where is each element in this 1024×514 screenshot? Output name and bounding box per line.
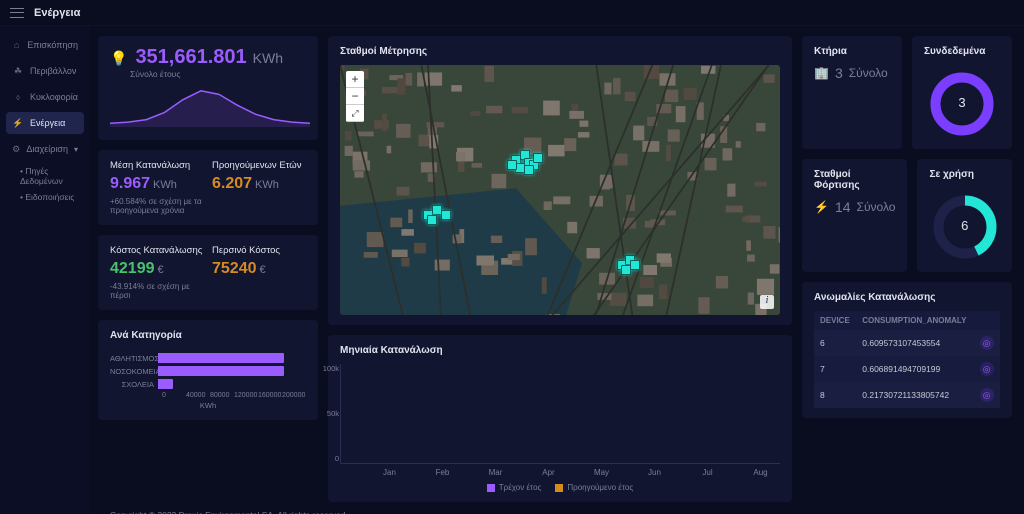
panel-title: Ανωμαλίες Κατανάλωσης — [814, 292, 1000, 303]
category-bar: ΣΧΟΛΕΙΑ — [110, 379, 306, 389]
zoom-reset-button[interactable]: ⤢ — [346, 105, 364, 122]
map[interactable]: + − ⤢ i — [340, 65, 780, 315]
map-info-button[interactable]: i — [760, 295, 774, 309]
buildings-panel: Κτήρια 🏢 3 Σύνολο — [802, 36, 902, 149]
zoom-in-button[interactable]: + — [346, 71, 364, 88]
sidebar-item-1[interactable]: ☘ Περιβάλλον — [6, 60, 84, 82]
map-zoom-control: + − ⤢ — [346, 71, 364, 122]
leaf-icon: ☘ — [12, 65, 24, 77]
sidebar-item-0[interactable]: ⌂ Επισκόπηση — [6, 34, 84, 56]
col-device: DEVICE — [814, 311, 856, 330]
stat-label: Μέση Κατανάλωση — [110, 160, 204, 171]
anomalies-table: DEVICE CONSUMPTION_ANOMALY 60.6095731074… — [814, 311, 1000, 408]
map-pin[interactable] — [524, 165, 534, 175]
footer: Copyright © 2022 Draxis Environmental SA… — [98, 502, 1012, 514]
stat-value: 75240 — [212, 260, 257, 277]
locate-icon[interactable]: ◎ — [980, 388, 994, 402]
panel-title: Κτήρια — [814, 46, 890, 57]
sidebar: ⌂ Επισκόπηση ☘ Περιβάλλον ⬨ Κυκλοφορία ⚡ Ενέργε… — [0, 26, 90, 514]
panel-title: Μηνιαία Κατανάλωση — [340, 345, 780, 356]
sidebar-item-2[interactable]: ⬨ Κυκλοφορία — [6, 86, 84, 108]
map-pin[interactable] — [507, 160, 517, 170]
sidebar-item-label: Ενέργεια — [30, 118, 65, 128]
topbar: Ενέργεια — [0, 0, 1024, 26]
sidebar-item-label: Διαχείριση — [26, 144, 68, 154]
locate-icon[interactable]: ◎ — [980, 336, 994, 350]
stat-value: 42199 — [110, 260, 155, 277]
stat-delta: -43.914% σε σχέση με πέρσι — [110, 282, 204, 300]
sidebar-item-label: Περιβάλλον — [30, 66, 76, 76]
stat-label: Περσινό Κόστος — [212, 245, 306, 256]
inuse-panel: Σε χρήση 6 — [917, 159, 1012, 272]
stat-label: Κόστος Κατανάλωσης — [110, 245, 204, 256]
locate-icon[interactable]: ◎ — [980, 362, 994, 376]
charging-icon: ⚡ — [814, 200, 829, 214]
page-title: Ενέργεια — [34, 7, 80, 19]
panel-title: Σταθμοί Φόρτισης — [814, 169, 895, 191]
monthly-panel: Μηνιαία Κατανάλωση 100k50k0 JanFebMarApr… — [328, 335, 792, 502]
panel-title: Σταθμοί Μέτρησης — [340, 46, 780, 57]
zoom-out-button[interactable]: − — [346, 88, 364, 105]
stat-value: 9.967 — [110, 175, 150, 192]
avg-consumption-panel: Μέση Κατανάλωση 9.967KWh +60.584% σε σχέ… — [98, 150, 318, 225]
hero-sparkline — [110, 87, 310, 127]
bulb-icon: 💡 — [110, 50, 127, 67]
col-anomaly: CONSUMPTION_ANOMALY — [856, 311, 973, 330]
sidebar-subitem-1[interactable]: Ειδοποιήσεις — [6, 192, 84, 202]
sidebar-item-label: Επισκόπηση — [27, 40, 78, 50]
sidebar-item-4[interactable]: ⚙ Διαχείριση ▾ — [6, 138, 84, 160]
map-panel: Σταθμοί Μέτρησης + − ⤢ i — [328, 36, 792, 325]
map-pin[interactable] — [427, 215, 437, 225]
sidebar-item-3[interactable]: ⚡ Ενέργεια — [6, 112, 84, 134]
category-chart: ΑΘΛΗΤΙΣΜΟΣ ΝΟΣΟΚΟΜΕΙΑ ΣΧΟΛΕΙΑ — [110, 349, 306, 389]
sidebar-subitem-0[interactable]: Πηγές Δεδομένων — [6, 166, 84, 186]
map-pin[interactable] — [441, 210, 451, 220]
monthly-chart: 100k50k0 — [340, 364, 780, 464]
panel-title: Ανά Κατηγορία — [110, 330, 306, 341]
stat-label: Προηγούμενων Ετών — [212, 160, 306, 171]
building-icon: 🏢 — [814, 66, 829, 80]
stat-value: 6.207 — [212, 175, 252, 192]
table-row[interactable]: 60.609573107453554◎ — [814, 330, 1000, 356]
category-panel: Ανά Κατηγορία ΑΘΛΗΤΙΣΜΟΣ ΝΟΣΟΚΟΜΕΙΑ ΣΧΟΛΕΙ… — [98, 320, 318, 420]
map-pin[interactable] — [630, 260, 640, 270]
chart-legend: Τρέχον έτος Προηγούμενο έτος — [340, 483, 780, 492]
map-pin[interactable] — [533, 153, 543, 163]
bolt-icon: ⚡ — [12, 117, 24, 129]
category-bar: ΑΘΛΗΤΙΣΜΟΣ — [110, 353, 306, 363]
content: 💡 351,661.801 KWh Σύνολο έτους Μέση Κατα… — [90, 26, 1024, 514]
chevron-down-icon: ▾ — [74, 145, 78, 154]
hero-unit: KWh — [253, 50, 283, 66]
menu-toggle[interactable] — [10, 8, 24, 18]
car-icon: ⬨ — [12, 91, 24, 103]
panel-title: Σε χρήση — [929, 169, 1000, 180]
cost-panel: Κόστος Κατανάλωσης 42199€ -43.914% σε σχ… — [98, 235, 318, 310]
category-bar: ΝΟΣΟΚΟΜΕΙΑ — [110, 366, 306, 376]
connected-panel: Συνδεδεμένα 3 — [912, 36, 1012, 149]
anomalies-panel: Ανωμαλίες Κατανάλωσης DEVICE CONSUMPTION… — [802, 282, 1012, 418]
charging-panel: Σταθμοί Φόρτισης ⚡ 14 Σύνολο — [802, 159, 907, 272]
table-row[interactable]: 80.21730721133805742◎ — [814, 382, 1000, 408]
sidebar-item-label: Κυκλοφορία — [30, 92, 78, 102]
panel-title: Συνδεδεμένα — [924, 46, 1000, 57]
hero-value: 351,661.801 — [135, 46, 246, 69]
hero-subtitle: Σύνολο έτους — [110, 69, 306, 79]
stat-delta: +60.584% σε σχέση με τα προηγούμενα χρόν… — [110, 197, 204, 215]
hero-panel: 💡 351,661.801 KWh Σύνολο έτους — [98, 36, 318, 140]
home-icon: ⌂ — [12, 39, 21, 51]
gear-icon: ⚙ — [12, 143, 20, 155]
table-row[interactable]: 70.606891494709199◎ — [814, 356, 1000, 382]
